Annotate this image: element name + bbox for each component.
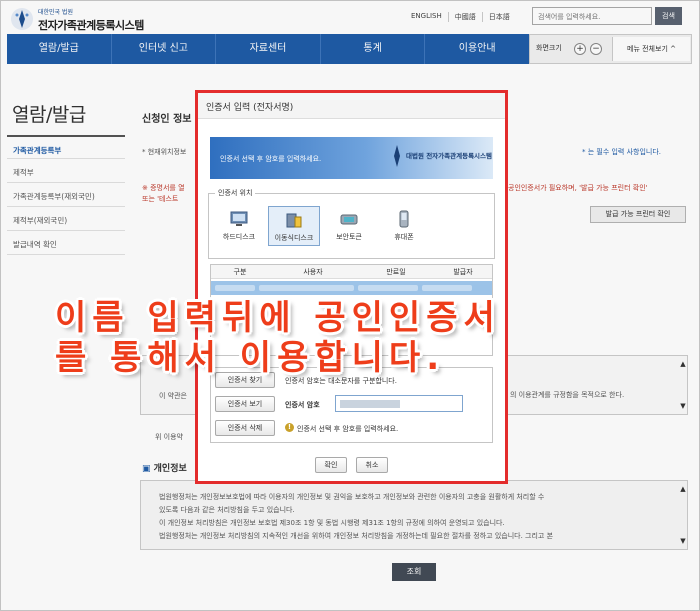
location-removable-disk[interactable]: 이동식디스크 <box>268 206 320 246</box>
banner-org: 대법원 전자가족관계등록시스템 <box>406 152 492 160</box>
view-certificate-button[interactable]: 인증서 보기 <box>215 396 275 412</box>
mobile-phone-icon <box>399 210 409 228</box>
dialog-title: 인증서 입력 (전자서명) <box>198 93 505 119</box>
column-issuer: 발급자 <box>453 268 473 276</box>
certificate-password-input[interactable] <box>335 395 463 412</box>
column-user: 사용자 <box>303 268 323 276</box>
location-label: 이동식디스크 <box>274 234 314 242</box>
dialog-banner: 인증서 선택 후 암호를 입력하세요. 대법원 전자가족관계등록시스템 <box>210 137 493 179</box>
removable-disk-icon <box>286 213 302 228</box>
location-label: 휴대폰 <box>394 233 414 241</box>
location-security-token[interactable]: 보안토큰 <box>323 206 375 246</box>
password-label: 인증서 암호 <box>285 401 320 409</box>
password-mask <box>340 400 400 408</box>
location-hard-disk[interactable]: 하드디스크 <box>213 206 265 246</box>
column-expiry: 만료일 <box>386 268 406 276</box>
ok-button[interactable]: 확인 <box>315 457 347 473</box>
certificate-table-header: 구분 사용자 만료일 발급자 <box>211 265 492 279</box>
court-emblem-icon <box>394 145 400 167</box>
location-mobile-phone[interactable]: 휴대폰 <box>378 206 430 246</box>
hard-disk-icon <box>230 211 248 226</box>
location-legend: 인증서 위치 <box>215 188 256 198</box>
select-note: 인증서 선택 후 암호를 입력하세요. <box>297 425 399 433</box>
location-label: 하드디스크 <box>222 233 256 241</box>
security-token-icon <box>340 214 358 225</box>
delete-certificate-button[interactable]: 인증서 삭제 <box>215 420 275 436</box>
caption-line-2: 를 통해서 이용합니다. <box>55 338 446 378</box>
certificate-location-group: 인증서 위치 하드디스크 이동식디스크 보안토큰 휴대폰 <box>208 188 495 259</box>
cancel-button[interactable]: 취소 <box>356 457 388 473</box>
info-icon: ! <box>285 423 294 432</box>
banner-text: 인증서 선택 후 암호를 입력하세요. <box>220 155 322 163</box>
column-type: 구분 <box>233 268 247 276</box>
certificate-dialog: 인증서 입력 (전자서명) 인증서 선택 후 암호를 입력하세요. 대법원 전자… <box>195 90 508 484</box>
location-label: 보안토큰 <box>336 233 362 241</box>
